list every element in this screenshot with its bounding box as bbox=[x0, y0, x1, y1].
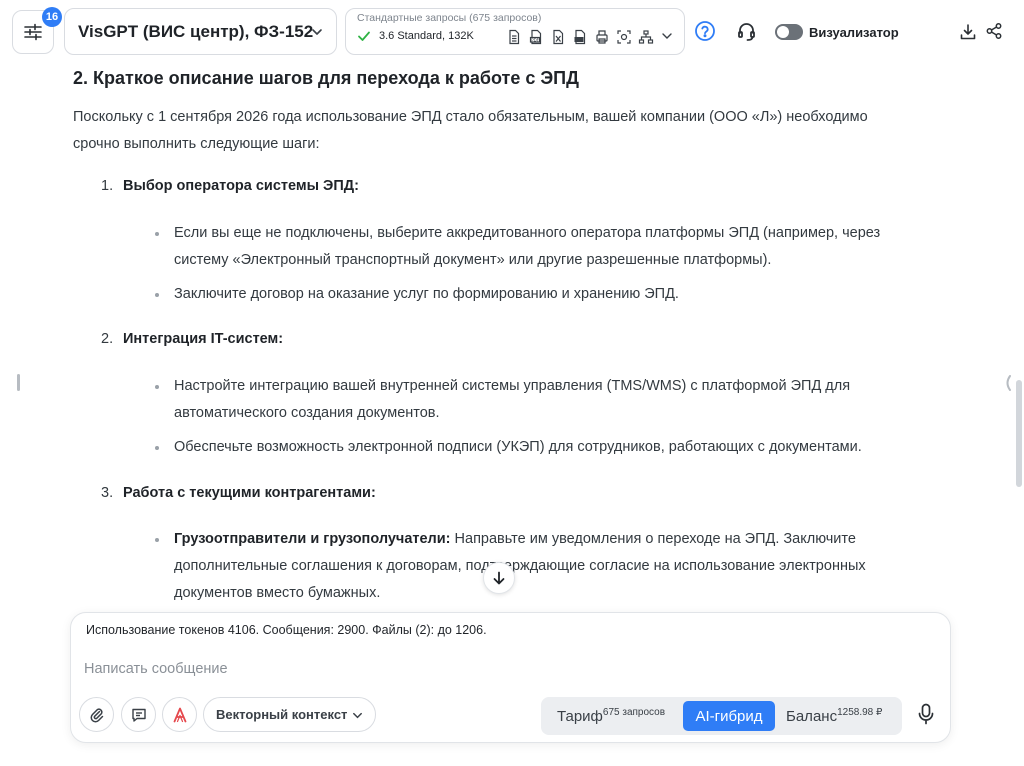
requests-panel[interactable]: Стандартные запросы (675 запросов) 3.6 S… bbox=[345, 8, 685, 55]
download-icon[interactable] bbox=[959, 23, 977, 41]
token-usage-info: Использование токенов 4106. Сообщения: 2… bbox=[86, 623, 487, 637]
bullet-bold-lead: Грузоотправители и грузополучатели: bbox=[174, 531, 451, 547]
help-icon[interactable] bbox=[694, 20, 716, 42]
message-input[interactable] bbox=[84, 661, 924, 677]
requests-model: 3.6 Standard, 132K bbox=[379, 30, 474, 42]
letter-a-icon bbox=[173, 707, 186, 722]
tariff-sup: 675 запросов bbox=[602, 707, 666, 718]
scrollbar[interactable] bbox=[1016, 380, 1022, 487]
visualizer-label: Визуализатор bbox=[809, 25, 899, 40]
headset-icon[interactable] bbox=[736, 21, 757, 42]
balance-label: Баланс bbox=[786, 708, 838, 725]
share-icon[interactable] bbox=[985, 22, 1003, 40]
notification-badge: 16 bbox=[42, 7, 62, 27]
top-bar: 16 VisGPT (ВИС центр), ФЗ-152 Стандартны… bbox=[0, 0, 1024, 62]
bullet-item: Заключите договор на оказание услуг по ф… bbox=[155, 281, 934, 308]
section-heading: 2. Краткое описание шагов для перехода к… bbox=[73, 68, 579, 88]
chevron-down-icon bbox=[353, 712, 362, 719]
font-style-button[interactable] bbox=[162, 697, 197, 732]
message-composer: Использование токенов 4106. Сообщения: 2… bbox=[70, 612, 951, 743]
visualizer-toggle[interactable] bbox=[775, 24, 803, 40]
left-panel-handle[interactable] bbox=[17, 374, 20, 391]
model-name: VisGPT (ВИС центр), ФЗ-152 bbox=[78, 21, 314, 41]
bullet-item: Обеспечьте возможность электронной подпи… bbox=[155, 434, 934, 461]
chat-bubble-icon bbox=[131, 708, 146, 722]
balance-sup: 1258.98 ₽ bbox=[837, 707, 883, 718]
balance-option[interactable]: Баланс1258.98 ₽ bbox=[786, 707, 883, 725]
vector-context-select[interactable]: Векторный контекст bbox=[203, 697, 376, 732]
step-number: 2. bbox=[101, 331, 114, 347]
bullet-item: Настройте интеграцию вашей внутренней си… bbox=[155, 373, 934, 427]
svg-text:PDF: PDF bbox=[531, 37, 539, 42]
step-number: 3. bbox=[101, 485, 114, 501]
prompts-button[interactable] bbox=[121, 697, 156, 732]
bullet-item: Грузоотправители и грузополучатели: Напр… bbox=[155, 526, 934, 607]
step-number: 1. bbox=[101, 178, 114, 194]
document-icon[interactable] bbox=[506, 29, 522, 45]
right-panel-handle-icon[interactable] bbox=[1003, 374, 1013, 392]
paperclip-icon bbox=[90, 707, 103, 722]
mode-switcher: Тариф675 запросов AI-гибрид Баланс1258.9… bbox=[541, 697, 902, 735]
hierarchy-icon[interactable] bbox=[638, 29, 654, 45]
requests-title: Стандартные запросы (675 запросов) bbox=[357, 12, 542, 24]
ai-hybrid-option[interactable]: AI-гибрид bbox=[683, 701, 775, 731]
print-file-icon[interactable] bbox=[594, 29, 610, 45]
model-selector[interactable]: VisGPT (ВИС центр), ФЗ-152 bbox=[64, 8, 337, 55]
file-type-icons: PDF bbox=[506, 29, 676, 45]
arrow-down-icon bbox=[493, 571, 505, 585]
bullet-item: Если вы еще не подключены, выберите аккр… bbox=[155, 220, 934, 274]
doc-file-icon[interactable] bbox=[572, 29, 588, 45]
pdf-icon[interactable]: PDF bbox=[528, 29, 544, 45]
requests-model-line: 3.6 Standard, 132K bbox=[357, 29, 474, 43]
chevron-down-icon[interactable] bbox=[660, 29, 676, 45]
vector-context-label: Векторный контекст bbox=[216, 707, 348, 722]
step-title: Интеграция IT-систем: bbox=[123, 331, 284, 347]
scan-icon[interactable] bbox=[616, 29, 632, 45]
step-title: Работа с текущими контрагентами: bbox=[123, 485, 376, 501]
sliders-icon bbox=[24, 23, 42, 41]
attach-button[interactable] bbox=[79, 697, 114, 732]
chat-message: 2. Краткое описание шагов для перехода к… bbox=[73, 64, 933, 158]
tariff-label: Тариф bbox=[557, 708, 603, 725]
excel-icon[interactable] bbox=[550, 29, 566, 45]
tariff-option[interactable]: Тариф675 запросов bbox=[557, 707, 666, 725]
check-icon bbox=[358, 31, 370, 41]
step-title: Выбор оператора системы ЭПД: bbox=[123, 178, 359, 194]
scroll-to-bottom-button[interactable] bbox=[483, 562, 515, 594]
chevron-down-icon bbox=[312, 29, 322, 35]
intro-paragraph: Поскольку с 1 сентября 2026 года использ… bbox=[73, 109, 868, 152]
microphone-icon[interactable] bbox=[917, 703, 935, 725]
